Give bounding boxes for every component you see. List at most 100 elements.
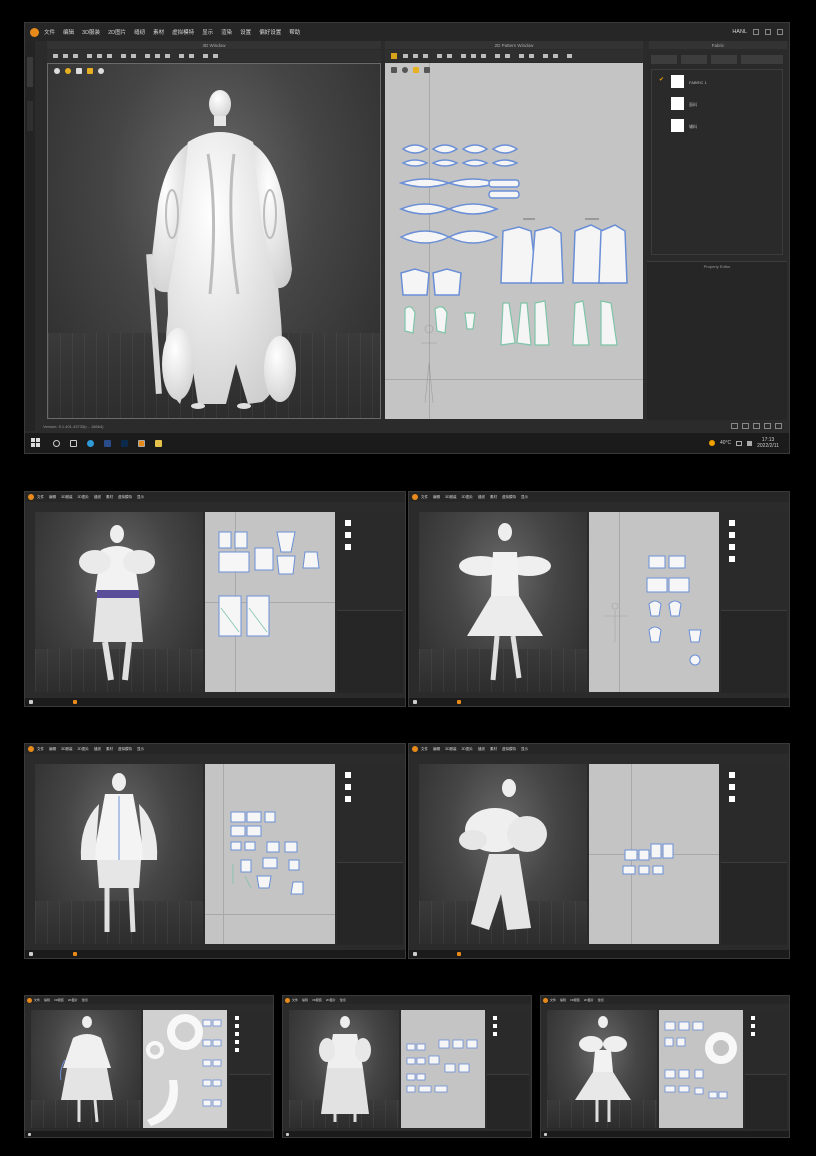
toolbar-3d-icons[interactable]: [47, 50, 381, 62]
menu-item[interactable]: 2D图片: [77, 495, 88, 500]
windows-start-icon[interactable]: [413, 952, 417, 956]
viewport-2d[interactable]: [385, 63, 643, 419]
menu-item[interactable]: 显示: [137, 495, 144, 500]
menu-item[interactable]: 虚拟模特: [118, 747, 132, 752]
fabric-swatch[interactable]: [729, 556, 735, 562]
menu-item[interactable]: 3D服装: [445, 747, 456, 752]
menu-item[interactable]: 素材: [153, 28, 164, 36]
menu-item[interactable]: 虚拟模特: [502, 747, 516, 752]
fabric-swatch[interactable]: [345, 772, 351, 778]
fabric-swatch[interactable]: [235, 1024, 239, 1028]
viewport-3d[interactable]: [289, 1010, 399, 1128]
viewport-3d[interactable]: [31, 1010, 141, 1128]
menu-item[interactable]: 文件: [44, 28, 55, 36]
menu-item[interactable]: 文件: [37, 747, 44, 752]
network-icon[interactable]: [736, 440, 743, 446]
fabric-swatch[interactable]: [729, 544, 735, 550]
side-tab[interactable]: [27, 101, 33, 131]
menu-item[interactable]: 虚拟模特: [172, 28, 194, 36]
weather-icon[interactable]: [708, 440, 715, 446]
menu-item[interactable]: 显示: [521, 747, 528, 752]
menu-item[interactable]: 3D服装: [61, 495, 72, 500]
side-tab[interactable]: [27, 57, 33, 87]
fabric-swatch[interactable]: [729, 784, 735, 790]
fabric-swatch[interactable]: [751, 1016, 755, 1020]
app-icon[interactable]: [138, 439, 145, 447]
fabric-swatch[interactable]: [345, 784, 351, 790]
menu-item[interactable]: 3D服装: [82, 28, 100, 36]
task-view-icon[interactable]: [70, 439, 77, 447]
menu-item[interactable]: 编辑: [49, 747, 56, 752]
menu-item[interactable]: 2D图片: [461, 495, 472, 500]
user-name[interactable]: HANL: [732, 29, 747, 35]
viewport-3d[interactable]: [419, 764, 587, 944]
view-icon[interactable]: [775, 423, 782, 429]
app-icon[interactable]: [457, 952, 461, 956]
menu-item[interactable]: 设置: [240, 28, 251, 36]
view-icon[interactable]: [742, 423, 749, 429]
menu-item[interactable]: 编辑: [63, 28, 74, 36]
remove-fabric-button[interactable]: [711, 55, 737, 64]
menu-item[interactable]: 编辑: [433, 747, 440, 752]
menu-item[interactable]: 缝纫: [478, 495, 485, 500]
menu-item[interactable]: 素材: [490, 495, 497, 500]
temperature-text[interactable]: 40°C: [720, 440, 731, 446]
fabric-swatch[interactable]: [493, 1032, 497, 1036]
fabric-swatch[interactable]: [345, 532, 351, 538]
menu-item[interactable]: 帮助: [289, 28, 300, 36]
menu-item[interactable]: 3D服装: [445, 495, 456, 500]
menu-item[interactable]: 虚拟模特: [118, 495, 132, 500]
menu-item[interactable]: 文件: [421, 495, 428, 500]
fabric-swatch[interactable]: [729, 796, 735, 802]
menu-item[interactable]: 显示: [521, 495, 528, 500]
toolbar-2d-icons[interactable]: [385, 50, 643, 62]
app-icon[interactable]: [73, 700, 77, 704]
minimize-icon[interactable]: [753, 29, 759, 35]
maximize-icon[interactable]: [765, 29, 771, 35]
view-icon[interactable]: [753, 423, 760, 429]
fabric-swatch[interactable]: [493, 1016, 497, 1020]
viewport-2d[interactable]: [589, 512, 719, 692]
menu-item[interactable]: 文件: [292, 998, 298, 1002]
windows-start-icon[interactable]: [29, 952, 33, 956]
fabric-swatch[interactable]: [751, 1032, 755, 1036]
viewport-3d[interactable]: [35, 764, 203, 944]
menu-item[interactable]: 3D服装: [570, 998, 580, 1002]
menu-item[interactable]: 素材: [106, 495, 113, 500]
menu-item[interactable]: 偏好设置: [259, 28, 281, 36]
viewport-2d[interactable]: [205, 764, 335, 944]
viewport-3d[interactable]: [419, 512, 587, 692]
fabric-swatch[interactable]: [671, 97, 684, 110]
menu-item[interactable]: 显示: [137, 747, 144, 752]
menu-item[interactable]: 显示: [202, 28, 213, 36]
fabric-swatch[interactable]: [729, 532, 735, 538]
menu-item[interactable]: 文件: [550, 998, 556, 1002]
menu-item[interactable]: 2D图片: [77, 747, 88, 752]
viewport-2d[interactable]: [143, 1010, 227, 1128]
menu-item[interactable]: 文件: [34, 998, 40, 1002]
view-icon[interactable]: [731, 423, 738, 429]
menu-item[interactable]: 缝纫: [82, 998, 88, 1002]
menu-item[interactable]: 缝纫: [598, 998, 604, 1002]
assign-fabric-button[interactable]: [741, 55, 783, 64]
photoshop-icon[interactable]: [104, 439, 111, 447]
viewport-3d[interactable]: [47, 63, 381, 419]
fabric-swatch[interactable]: [671, 75, 684, 88]
tab-3d-window[interactable]: 3D Window: [47, 41, 381, 49]
tab-2d-window[interactable]: 2D Pattern Window: [385, 41, 643, 49]
windows-start-icon[interactable]: [29, 700, 33, 704]
menu-item[interactable]: 编辑: [560, 998, 566, 1002]
fabric-swatch[interactable]: [729, 772, 735, 778]
app-icon[interactable]: [457, 700, 461, 704]
volume-icon[interactable]: [747, 440, 753, 446]
fabric-swatch[interactable]: [345, 544, 351, 550]
clo-icon[interactable]: [121, 439, 128, 447]
menu-item[interactable]: 文件: [37, 495, 44, 500]
fabric-swatch[interactable]: [671, 119, 684, 132]
clock[interactable]: 17:13 2022/2/11: [757, 437, 779, 449]
fabric-swatch[interactable]: [345, 796, 351, 802]
windows-start-icon[interactable]: [544, 1132, 547, 1136]
menu-item[interactable]: 缝纫: [340, 998, 346, 1002]
menu-item[interactable]: 编辑: [302, 998, 308, 1002]
menu-item[interactable]: 缝纫: [478, 747, 485, 752]
